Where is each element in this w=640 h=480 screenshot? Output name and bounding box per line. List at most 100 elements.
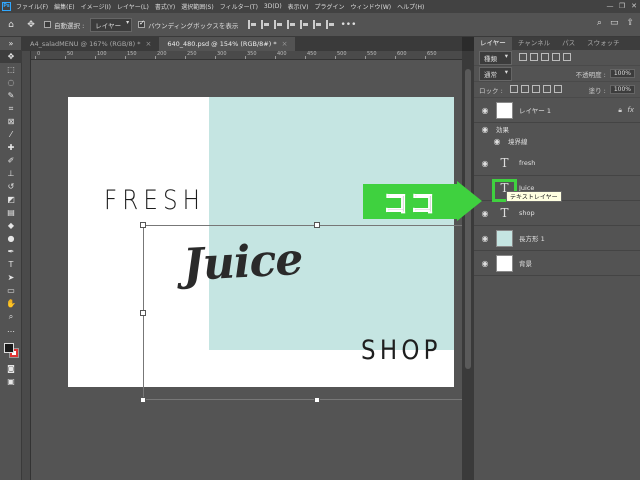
align-hcenter-icon[interactable] [261,20,270,29]
lasso-tool-icon[interactable]: ◌ [0,76,22,89]
dodge-tool-icon[interactable]: ● [0,232,22,245]
filter-icons[interactable] [516,52,571,63]
layer-row-layer1[interactable]: ◉ レイヤー 1 🔒︎ fx [474,98,640,123]
menu-edit[interactable]: 編集(E) [51,2,77,11]
lock-transparent-icon[interactable] [509,84,518,93]
canvas-workspace[interactable]: FRESH Juice SHOP [31,60,462,480]
lock-image-icon[interactable] [520,84,529,93]
tab-layers[interactable]: レイヤー [474,37,512,50]
rectangle-tool-icon[interactable]: ▭ [0,284,22,297]
filter-smart-icon[interactable] [563,52,571,61]
bounding-box-box[interactable] [138,19,146,28]
layer-row-shop[interactable]: ◉ T shop [474,201,640,226]
tab-640-480[interactable]: 640_480.psd @ 154% (RGB/8#) * × [159,37,296,51]
lock-position-icon[interactable] [531,84,540,93]
path-select-tool-icon[interactable]: ➤ [0,271,22,284]
align-bottom-icon[interactable] [313,20,322,29]
collapse-toolbar-icon[interactable]: » [0,37,22,50]
fresh-text[interactable]: FRESH [104,185,205,216]
blur-tool-icon[interactable]: ◆ [0,219,22,232]
lock-artboard-icon[interactable] [542,84,551,93]
filter-type-icon[interactable] [541,52,549,61]
eye-icon[interactable]: ◉ [474,234,496,243]
fx-icon[interactable]: fx [627,106,634,114]
layer-row-juice[interactable]: T Juice テキストレイヤー [474,176,640,202]
menu-select[interactable]: 選択範囲(S) [178,2,217,11]
stamp-tool-icon[interactable]: ⊥ [0,167,22,180]
lock-icons[interactable] [507,84,562,95]
foreground-color-swatch[interactable] [4,343,14,353]
menu-file[interactable]: ファイル(F) [13,2,51,11]
eye-icon[interactable]: ◉ [474,159,496,168]
layer-row-background[interactable]: ◉ 背景 [474,251,640,276]
auto-select-checkbox[interactable]: 自動選択 : [44,20,84,30]
blend-mode-dropdown[interactable]: 通常 [479,66,512,81]
eyedropper-tool-icon[interactable]: ⁄ [0,128,22,141]
zoom-tool-icon[interactable]: ⌕ [0,310,22,323]
quick-select-tool-icon[interactable]: ✎ [0,89,22,102]
eye-icon[interactable]: ◉ [486,137,508,146]
layer-kind-filter[interactable]: 種類 [479,50,512,65]
history-brush-tool-icon[interactable]: ↺ [0,180,22,193]
workspace-icon[interactable]: ▭ [610,18,619,28]
document-canvas[interactable]: FRESH Juice SHOP [68,97,462,403]
auto-select-box[interactable] [44,21,51,28]
eraser-tool-icon[interactable]: ◩ [0,193,22,206]
home-icon[interactable]: ⌂ [4,18,18,32]
pen-tool-icon[interactable]: ✒ [0,245,22,258]
align-vcenter-icon[interactable] [300,20,309,29]
tab-swatches[interactable]: スウォッチ [581,37,626,50]
brush-tool-icon[interactable]: ✐ [0,154,22,167]
menu-help[interactable]: ヘルプ(H) [394,2,427,11]
tab-a4-saladmenu[interactable]: A4_saladMENU @ 167% (RGB/8) * × [22,37,160,51]
crop-tool-icon[interactable]: ⌗ [0,102,22,115]
close-icon[interactable]: × [145,37,151,51]
quick-mask-icon[interactable]: ◙ [0,362,22,375]
share-icon[interactable]: ⇪ [626,18,634,28]
vertical-scrollbar[interactable] [462,51,474,480]
stroke-effect-row[interactable]: ◉ 境界線 [474,135,640,147]
move-tool-icon[interactable]: ✥ [24,18,38,32]
layer-row-fresh[interactable]: ◉ T fresh [474,151,640,176]
filter-shape-icon[interactable] [552,52,560,61]
distribute-icon[interactable] [326,20,335,29]
lock-all-icon[interactable] [553,84,562,93]
effects-row[interactable]: ◉ 効果 [474,123,640,135]
minimize-button[interactable]: — [604,0,616,13]
bounding-box[interactable] [140,222,462,403]
menu-plugins[interactable]: プラグイン [311,2,347,11]
handle-middle-left[interactable] [140,310,146,316]
layer-row-rectangle[interactable]: ◉ 長方形 1 [474,226,640,251]
search-icon[interactable]: ⌕ [597,18,602,28]
menu-filter[interactable]: フィルター(T) [217,2,261,11]
eye-icon[interactable]: ◉ [474,106,496,115]
menu-image[interactable]: イメージ(I) [78,2,114,11]
tab-channels[interactable]: チャンネル [512,37,556,50]
healing-brush-tool-icon[interactable]: ✚ [0,141,22,154]
hand-tool-icon[interactable]: ✋ [0,297,22,310]
color-swatches[interactable] [0,340,22,362]
menu-3d[interactable]: 3D(D) [261,3,285,10]
frame-tool-icon[interactable]: ⊠ [0,115,22,128]
menu-layer[interactable]: レイヤー(L) [114,2,152,11]
more-tools-icon[interactable]: … [0,323,22,336]
marquee-tool-icon[interactable]: ⬚ [0,63,22,76]
handle-bottom-center[interactable] [314,397,320,403]
eye-icon[interactable]: ◉ [474,125,496,134]
filter-pixel-icon[interactable] [519,52,527,61]
tab-paths[interactable]: パス [556,37,581,50]
align-top-icon[interactable] [287,20,296,29]
auto-select-target-dropdown[interactable]: レイヤー [90,17,133,32]
menu-view[interactable]: 表示(V) [285,2,312,11]
menu-window[interactable]: ウィンドウ(W) [347,2,394,11]
restore-button[interactable]: ❐ [616,0,628,13]
handle-top-left[interactable] [140,222,146,228]
filter-adjust-icon[interactable] [530,52,538,61]
move-tool-icon[interactable]: ✥ [0,50,22,63]
menu-type[interactable]: 書式(Y) [152,2,178,11]
gradient-tool-icon[interactable]: ▤ [0,206,22,219]
handle-bottom-left[interactable] [140,397,146,403]
align-right-icon[interactable] [274,20,283,29]
more-options-button[interactable]: ••• [340,18,356,32]
opacity-field[interactable]: 100% [609,69,635,78]
